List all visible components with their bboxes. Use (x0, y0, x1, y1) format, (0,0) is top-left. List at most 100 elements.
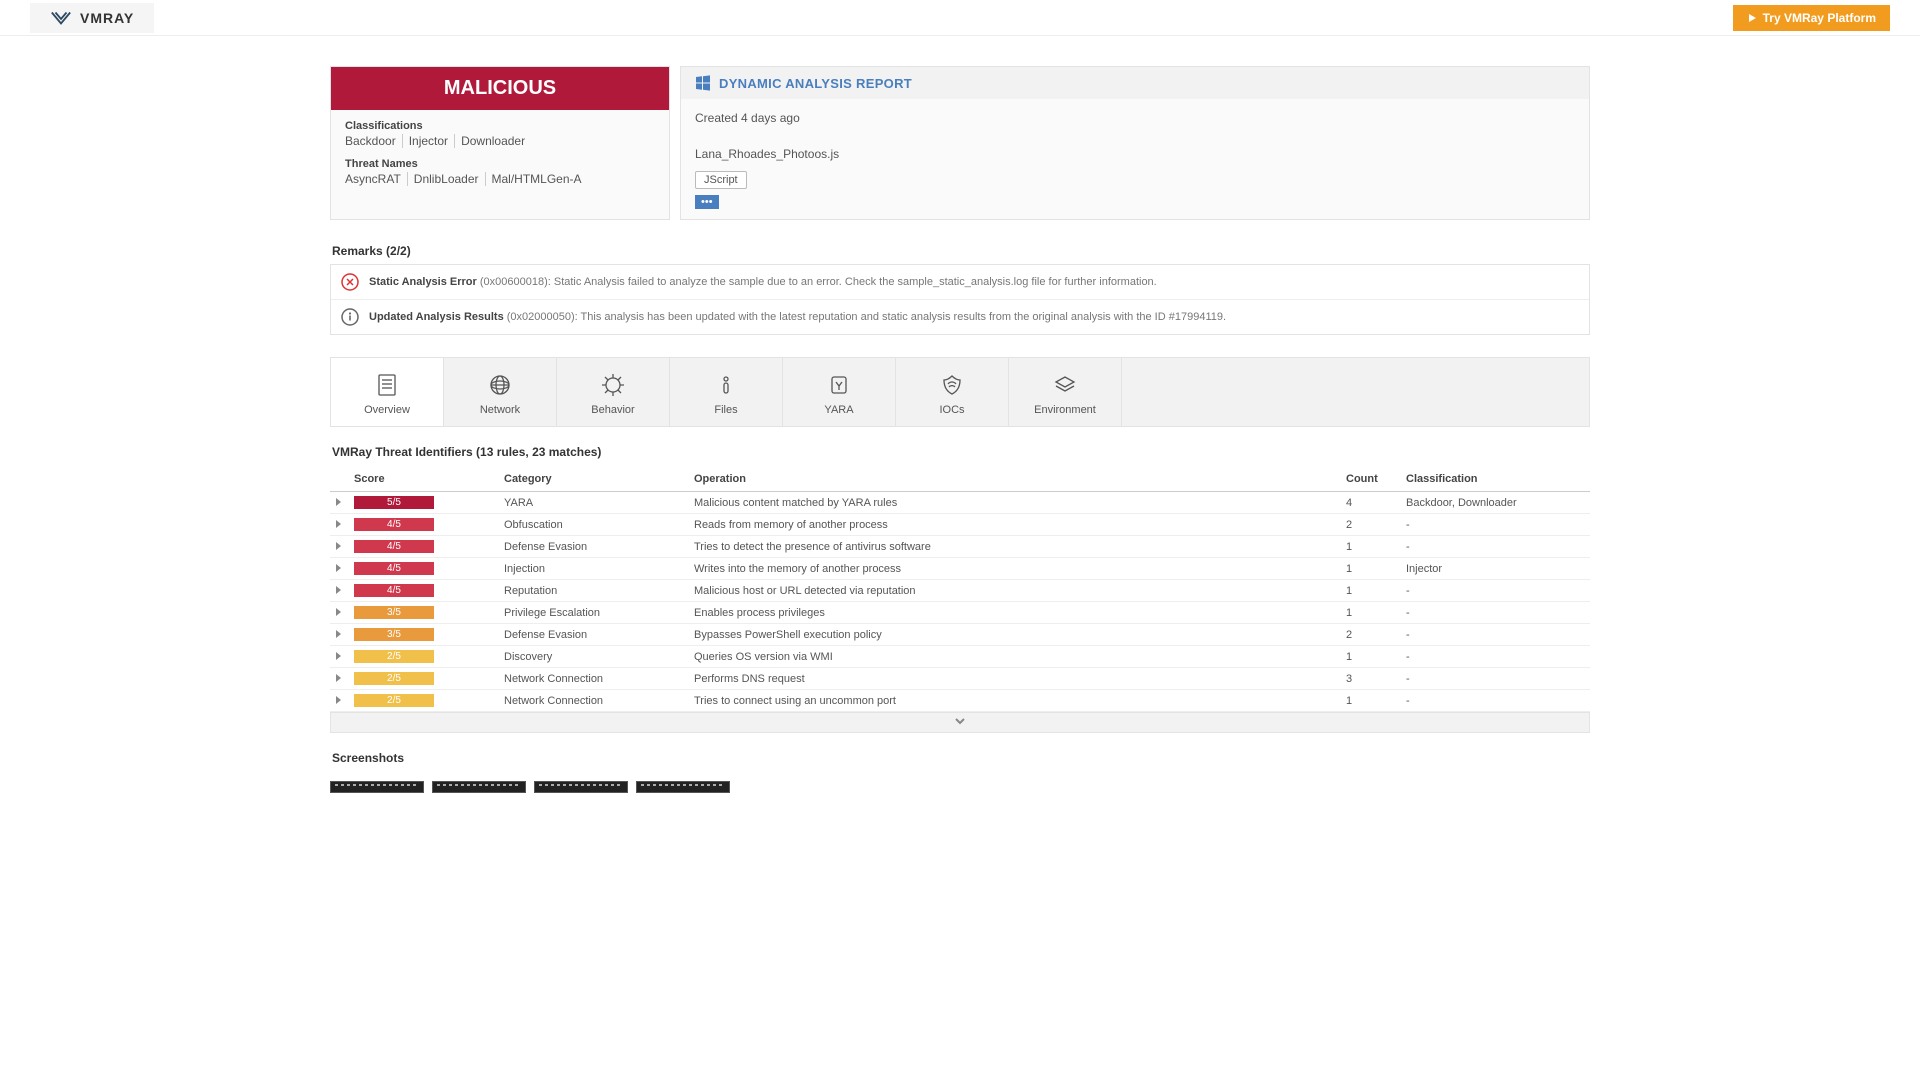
report-title-bar: DYNAMIC ANALYSIS REPORT (681, 67, 1589, 99)
col-count: Count (1340, 467, 1400, 492)
tab-overview[interactable]: Overview (331, 358, 444, 426)
remark-text: Updated Analysis Results (0x02000050): T… (369, 311, 1226, 323)
cell-operation: Malicious host or URL detected via reput… (688, 580, 1340, 602)
cell-category: Discovery (498, 646, 688, 668)
cell-count: 2 (1340, 514, 1400, 536)
cell-category: Obfuscation (498, 514, 688, 536)
try-platform-button[interactable]: Try VMRay Platform (1733, 5, 1890, 31)
table-row[interactable]: 4/5 InjectionWrites into the memory of an… (330, 558, 1590, 580)
table-row[interactable]: 2/5Network ConnectionPerforms DNS reques… (330, 668, 1590, 690)
table-row[interactable]: 4/5 ReputationMalicious host or URL detec… (330, 580, 1590, 602)
screenshots-title: Screenshots (330, 733, 1590, 773)
tab-environment[interactable]: Environment (1009, 358, 1122, 426)
screenshot-thumb[interactable] (534, 781, 628, 793)
cell-count: 4 (1340, 492, 1400, 514)
cell-category: Privilege Escalation (498, 602, 688, 624)
chevron-down-icon (954, 715, 966, 727)
chevron-right-icon (336, 586, 341, 594)
created-timestamp: Created 4 days ago (695, 111, 1575, 125)
info-icon (341, 308, 359, 326)
tab-label: Behavior (591, 404, 634, 416)
cell-count: 1 (1340, 536, 1400, 558)
table-row[interactable]: 3/5Defense EvasionBypasses PowerShell ex… (330, 624, 1590, 646)
cell-operation: Tries to connect using an uncommon port (688, 690, 1340, 712)
cell-category: Defense Evasion (498, 536, 688, 558)
col-category: Category (498, 467, 688, 492)
chevron-right-icon (336, 652, 341, 660)
verdict-body: Classifications Backdoor Injector Downlo… (331, 110, 669, 210)
tab-bar: Overview Network Behavior Files YARA IOC… (330, 357, 1590, 427)
more-button[interactable]: ••• (695, 195, 719, 209)
cell-category: Reputation (498, 580, 688, 602)
cell-category: Injection (498, 558, 688, 580)
table-row[interactable]: 2/5Network ConnectionTries to connect us… (330, 690, 1590, 712)
tab-iocs[interactable]: IOCs (896, 358, 1009, 426)
cell-classification: Injector (1400, 558, 1590, 580)
network-icon (487, 372, 513, 398)
tab-yara[interactable]: YARA (783, 358, 896, 426)
windows-icon (695, 75, 711, 91)
screenshot-thumb[interactable] (636, 781, 730, 793)
vti-section-title: VMRay Threat Identifiers (13 rules, 23 m… (330, 427, 1590, 467)
tab-files[interactable]: Files (670, 358, 783, 426)
cell-classification: - (1400, 536, 1590, 558)
cell-classification: - (1400, 668, 1590, 690)
table-row[interactable]: 2/5DiscoveryQueries OS version via WMI1- (330, 646, 1590, 668)
cell-classification: - (1400, 514, 1590, 536)
report-body: Created 4 days ago Lana_Rhoades_Photoos.… (681, 99, 1589, 219)
score-badge: 4/5 (354, 540, 434, 553)
behavior-icon (600, 372, 626, 398)
chevron-right-icon (336, 630, 341, 638)
cell-count: 1 (1340, 602, 1400, 624)
threat-name-item: Mal/HTMLGen-A (486, 172, 588, 186)
table-row[interactable]: 3/5 Privilege EscalationEnables process p… (330, 602, 1590, 624)
brand-logo[interactable]: VMRAY (30, 3, 154, 33)
screenshots-row (330, 781, 1590, 793)
screenshot-thumb[interactable] (432, 781, 526, 793)
table-row[interactable]: 4/5ObfuscationReads from memory of anoth… (330, 514, 1590, 536)
classification-item: Backdoor (345, 134, 403, 148)
remarks-box: Static Analysis Error (0x00600018): Stat… (330, 264, 1590, 335)
table-row[interactable]: 5/5YARAMalicious content matched by YARA… (330, 492, 1590, 514)
score-badge: 4/5 (354, 562, 434, 575)
cell-classification: - (1400, 624, 1590, 646)
vti-table: Score Category Operation Count Classific… (330, 467, 1590, 712)
try-platform-label: Try VMRay Platform (1763, 11, 1876, 25)
cell-count: 2 (1340, 624, 1400, 646)
cell-count: 1 (1340, 646, 1400, 668)
cell-classification: - (1400, 580, 1590, 602)
verdict-banner: MALICIOUS (331, 67, 669, 110)
cell-classification: - (1400, 690, 1590, 712)
chevron-right-icon (336, 608, 341, 616)
screenshot-thumb[interactable] (330, 781, 424, 793)
overview-icon (374, 372, 400, 398)
report-title: DYNAMIC ANALYSIS REPORT (719, 76, 912, 91)
score-badge: 4/5 (354, 518, 434, 531)
score-badge: 4/5 (354, 584, 434, 597)
cell-operation: Queries OS version via WMI (688, 646, 1340, 668)
main-container: MALICIOUS Classifications Backdoor Injec… (330, 36, 1590, 793)
classifications-label: Classifications (345, 120, 655, 132)
remarks-heading: Remarks (2/2) (330, 238, 1590, 264)
table-row[interactable]: 4/5 Defense EvasionTries to detect the pr… (330, 536, 1590, 558)
tab-behavior[interactable]: Behavior (557, 358, 670, 426)
threat-name-item: AsyncRAT (345, 172, 408, 186)
classification-item: Injector (403, 134, 455, 148)
score-badge: 3/5 (354, 606, 434, 619)
cell-operation: Performs DNS request (688, 668, 1340, 690)
cell-count: 1 (1340, 580, 1400, 602)
cell-count: 1 (1340, 690, 1400, 712)
error-icon (341, 273, 359, 291)
col-expand (330, 467, 348, 492)
remark-text: Static Analysis Error (0x00600018): Stat… (369, 276, 1157, 288)
cell-operation: Tries to detect the presence of antiviru… (688, 536, 1340, 558)
score-badge: 2/5 (354, 672, 434, 685)
col-operation: Operation (688, 467, 1340, 492)
cell-operation: Enables process privileges (688, 602, 1340, 624)
cell-category: Network Connection (498, 690, 688, 712)
environment-icon (1052, 372, 1078, 398)
chevron-right-icon (336, 520, 341, 528)
expand-bar[interactable] (330, 712, 1590, 733)
tab-network[interactable]: Network (444, 358, 557, 426)
cell-operation: Writes into the memory of another proces… (688, 558, 1340, 580)
